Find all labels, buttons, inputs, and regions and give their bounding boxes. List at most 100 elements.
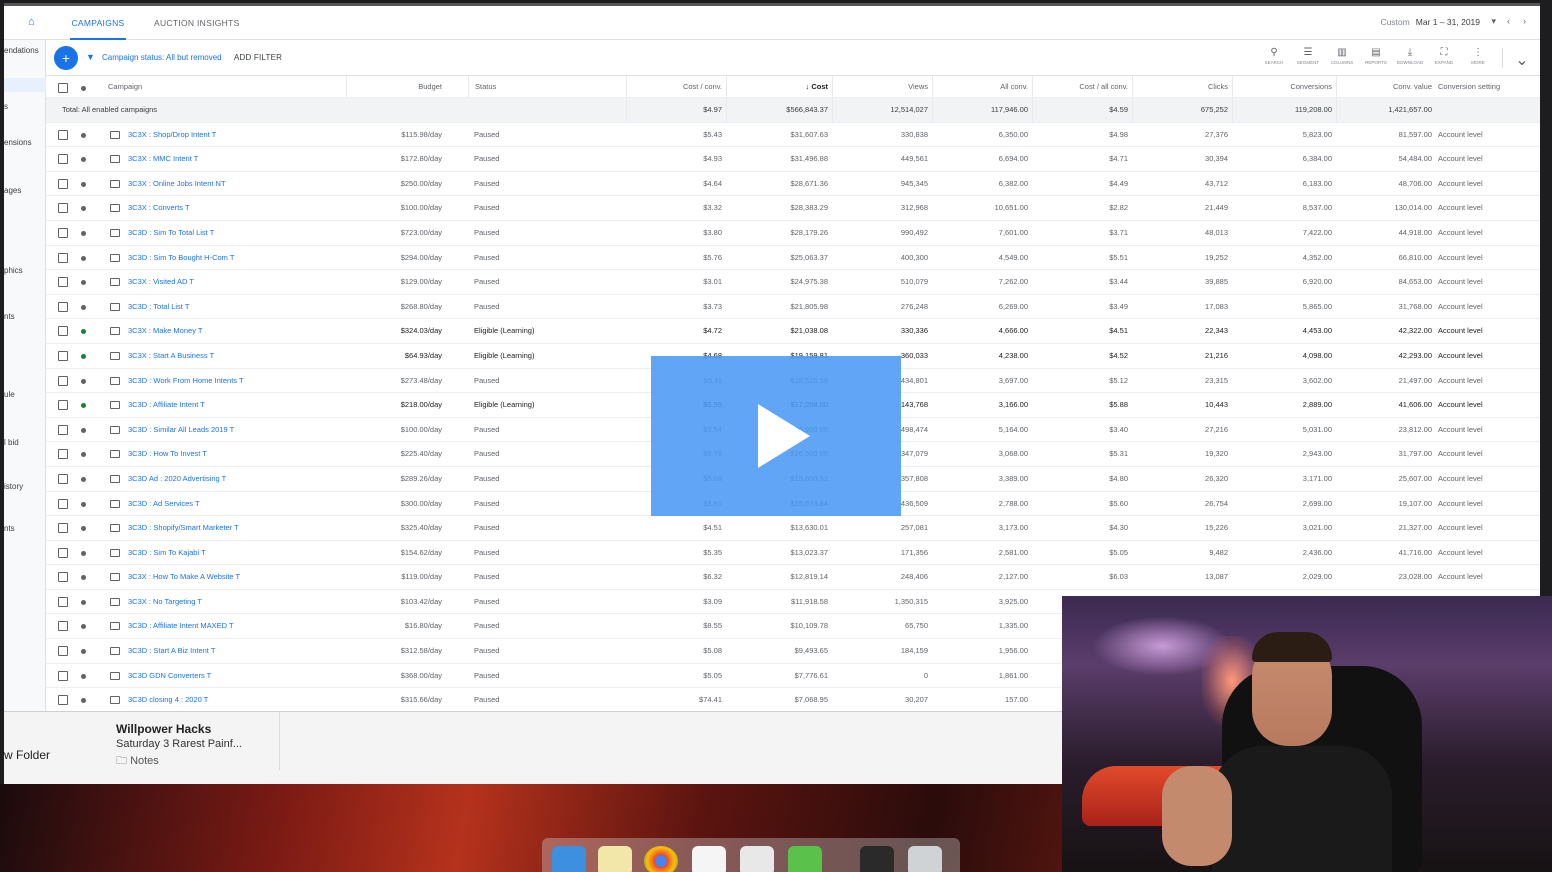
cell-status[interactable]: Paused [468,664,624,688]
row-checkbox[interactable] [58,178,68,189]
row-checkbox[interactable] [58,498,68,509]
table-row[interactable]: 3C3D : Total List T $268.80/day Paused $3.7… [46,295,1540,320]
campaign-name-link[interactable]: 3C3D : How To Invest T [128,442,207,466]
row-checkbox[interactable] [58,252,68,263]
date-prev-icon[interactable]: ‹ [1507,16,1510,26]
cell-budget[interactable]: $325.40/day [346,516,442,540]
cell-status[interactable]: Eligible (Learning) [468,319,624,343]
row-checkbox[interactable] [58,375,68,386]
cell-status[interactable]: Paused [468,688,624,711]
cell-status[interactable]: Paused [468,246,624,270]
expand-tool-button[interactable]: ⛶ EXPAND [1430,46,1458,65]
cell-budget[interactable]: $64.93/day [346,344,442,368]
cell-status[interactable]: Paused [468,270,624,294]
terminal-icon[interactable] [860,846,894,872]
col-header-conversion-setting[interactable]: Conversion setting [1438,76,1538,97]
cell-budget[interactable]: $119.00/day [346,565,442,589]
row-checkbox[interactable] [58,129,68,140]
left-nav-item[interactable]: phics [4,266,23,275]
cell-status[interactable]: Paused [468,590,624,614]
cell-budget[interactable]: $115.98/day [346,123,442,147]
campaign-status-filter[interactable]: Campaign status: All but removed [102,53,222,62]
row-checkbox[interactable] [58,277,68,288]
left-nav-item[interactable]: s [4,102,8,111]
cell-budget[interactable]: $368.00/day [346,664,442,688]
left-nav-item[interactable]: ule [4,390,15,399]
campaign-name-link[interactable]: 3C3X : Start A Business T [128,344,214,368]
campaign-name-link[interactable]: 3C3D : Sim To Total List T [128,221,214,245]
campaign-name-link[interactable]: 3C3X : Make Money T [128,319,202,343]
cell-status[interactable]: Paused [468,147,624,171]
row-checkbox[interactable] [58,227,68,238]
table-row[interactable]: 3C3D : Sim To Total List T $723.00/day Pau… [46,221,1540,246]
cell-budget[interactable]: $100.00/day [346,196,442,220]
row-checkbox[interactable] [58,424,68,435]
add-campaign-button[interactable]: + [54,46,78,70]
trash-icon[interactable] [908,846,942,872]
cell-status[interactable]: Paused [468,541,624,565]
campaign-name-link[interactable]: 3C3D : Similar All Leads 2019 T [128,418,234,442]
cell-budget[interactable]: $16.80/day [346,614,442,638]
cell-status[interactable]: Paused [468,639,624,663]
cell-status[interactable]: Paused [468,614,624,638]
table-row[interactable]: 3C3X : Make Money T $324.03/day Eligible (… [46,319,1540,344]
table-row[interactable]: 3C3D : Sim To Bought H-Com T $294.00/day P… [46,246,1540,271]
row-checkbox[interactable] [58,572,68,583]
campaign-name-link[interactable]: 3C3D : Work From Home Intents T [128,369,244,393]
cell-status[interactable]: Paused [468,221,624,245]
row-checkbox[interactable] [58,301,68,312]
col-header-conversions[interactable]: Conversions [1232,76,1332,97]
columns-tool-button[interactable]: ▥ COLUMNS [1328,46,1356,65]
campaign-name-link[interactable]: 3C3D : Sim To Kajabi T [128,541,206,565]
campaign-name-link[interactable]: 3C3X : No Targeting T [128,590,202,614]
calendar-icon[interactable] [692,846,726,872]
row-checkbox[interactable] [58,326,68,337]
cell-budget[interactable]: $103.42/day [346,590,442,614]
row-checkbox[interactable] [58,154,68,165]
add-filter-button[interactable]: ADD FILTER [234,53,282,62]
table-row[interactable]: 3C3X : MMC Intent T $172.80/day Paused $4.9… [46,147,1540,172]
col-header-status[interactable]: Status [468,76,624,97]
campaign-name-link[interactable]: 3C3X : Converts T [128,196,190,220]
cell-budget[interactable]: $225.40/day [346,442,442,466]
cell-budget[interactable]: $268.80/day [346,295,442,319]
left-nav-item[interactable]: endations [4,46,39,55]
date-dropdown-icon[interactable]: ▾ [1491,16,1496,27]
table-row[interactable]: 3C3X : How To Make A Website T $119.00/da… [46,565,1540,590]
cell-status[interactable]: Eligible (Learning) [468,344,624,368]
left-nav-item[interactable]: ages [4,186,21,195]
campaign-name-link[interactable]: 3C3D : Ad Services T [128,492,200,516]
more-tool-button[interactable]: ⋮ MORE [1464,46,1492,65]
cell-status[interactable]: Paused [468,516,624,540]
cell-budget[interactable]: $294.00/day [346,246,442,270]
table-row[interactable]: 3C3X : Online Jobs Intent NT $250.00/day P… [46,172,1540,197]
col-header-cost-conv[interactable]: Cost / conv. [626,76,722,97]
cell-status[interactable]: Eligible (Learning) [468,393,624,417]
cell-status[interactable]: Paused [468,467,624,491]
finder-icon[interactable] [552,846,586,872]
notes-folder-label[interactable]: w Folder [4,748,50,762]
cell-budget[interactable]: $172.80/day [346,147,442,171]
cell-budget[interactable]: $300.00/day [346,492,442,516]
cell-budget[interactable]: $723.00/day [346,221,442,245]
campaign-name-link[interactable]: 3C3D : Shopify/Smart Marketer T [128,516,239,540]
reports-tool-button[interactable]: ▤ REPORTS [1362,46,1390,65]
cell-status[interactable]: Paused [468,123,624,147]
campaign-name-link[interactable]: 3C3X : How To Make A Website T [128,565,240,589]
left-nav-item[interactable]: l bid [4,438,19,447]
row-checkbox[interactable] [58,646,68,657]
filter-icon[interactable]: ▼ [86,52,95,62]
cell-budget[interactable]: $129.00/day [346,270,442,294]
cell-status[interactable]: Paused [468,565,624,589]
campaign-name-link[interactable]: 3C3X : MMC Intent T [128,147,198,171]
cell-budget[interactable]: $312.58/day [346,639,442,663]
campaign-name-link[interactable]: 3C3D : Total List T [128,295,189,319]
campaign-name-link[interactable]: 3C3D : Start A Biz Intent T [128,639,215,663]
notes-icon[interactable] [598,846,632,872]
campaign-name-link[interactable]: 3C3X : Shop/Drop Intent T [128,123,216,147]
row-checkbox[interactable] [58,547,68,558]
home-icon[interactable]: ⌂ [28,16,40,28]
table-row[interactable]: 3C3X : Converts T $100.00/day Paused $3.32 $… [46,196,1540,221]
date-next-icon[interactable]: › [1523,16,1526,26]
col-header-cost-all-conv[interactable]: Cost / all conv. [1032,76,1128,97]
